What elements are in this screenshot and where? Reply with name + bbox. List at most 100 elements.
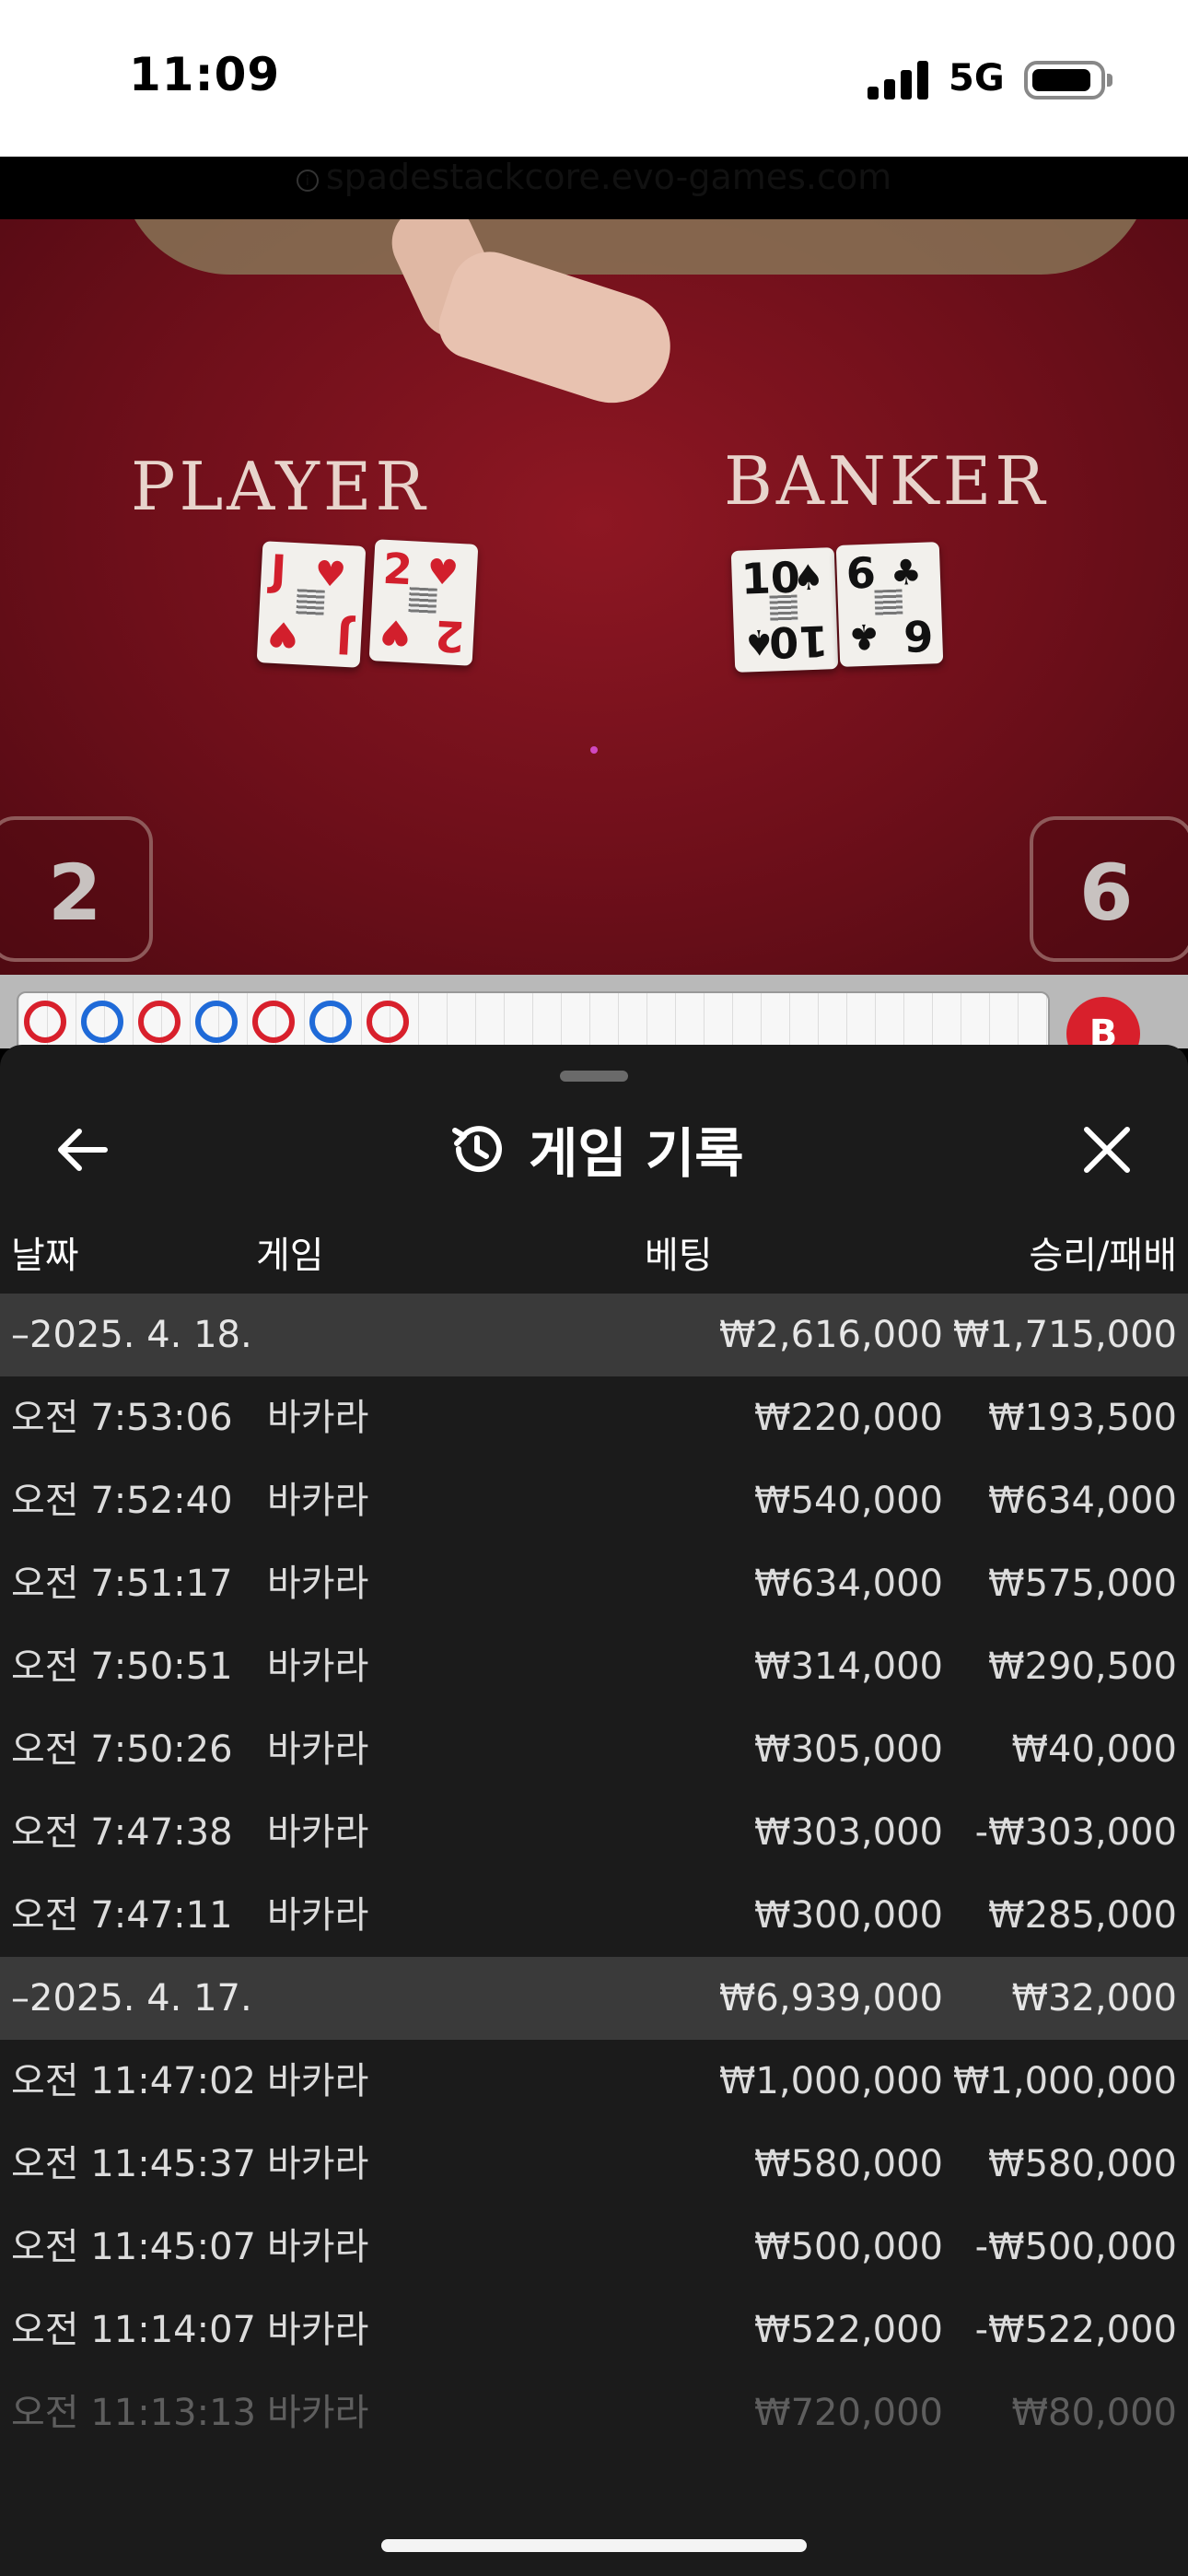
row-result: ₩80,000 xyxy=(1011,2392,1177,2434)
group-total-result: ₩32,000 xyxy=(1011,1977,1177,2020)
table-row[interactable]: 오전 11:47:02 바카라 ₩1,000,000 ₩1,000,000 xyxy=(0,2040,1188,2123)
row-time: 오전 11:47:02 xyxy=(11,2060,256,2102)
close-icon xyxy=(1084,1127,1130,1173)
date-group-row[interactable]: –2025. 4. 17. ₩6,939,000 ₩32,000 xyxy=(0,1957,1188,2040)
table-row[interactable]: 오전 11:45:37 바카라 ₩580,000 ₩580,000 xyxy=(0,2123,1188,2206)
row-game: 바카라 xyxy=(267,1728,369,1771)
row-bet: ₩305,000 xyxy=(754,1728,943,1771)
table-row[interactable]: 오전 7:50:26 바카라 ₩305,000 ₩40,000 xyxy=(0,1708,1188,1791)
live-video: PLAYER BANKER J ♥ ♥ J 2 ♥ ♥ 2 10 ♠ ♠ 10 6 ♣ ♣ 6 … xyxy=(0,219,1188,975)
row-time: 오전 7:53:06 xyxy=(11,1397,233,1439)
sheet-grabber[interactable] xyxy=(560,1071,628,1082)
road-bead-blue xyxy=(195,1001,238,1043)
row-result: ₩40,000 xyxy=(1011,1728,1177,1771)
road-bead-red xyxy=(367,1001,409,1043)
row-bet: ₩500,000 xyxy=(754,2226,943,2268)
network-type: 5G xyxy=(949,57,1005,100)
row-time: 오전 7:51:17 xyxy=(11,1563,233,1605)
table-row[interactable]: 오전 7:53:06 바카라 ₩220,000 ₩193,500 xyxy=(0,1376,1188,1459)
banker-label: BANKER xyxy=(724,442,1049,520)
table-row[interactable]: 오전 7:50:51 바카라 ₩314,000 ₩290,500 xyxy=(0,1625,1188,1708)
row-game: 바카라 xyxy=(267,1811,369,1854)
row-bet: ₩314,000 xyxy=(754,1645,943,1688)
row-time: 오전 11:45:37 xyxy=(11,2143,256,2185)
row-time: 오전 7:50:26 xyxy=(11,1728,233,1771)
banker-score: 6 xyxy=(1079,848,1134,938)
row-time: 오전 11:13:13 xyxy=(11,2392,256,2434)
home-indicator[interactable] xyxy=(381,2539,807,2552)
close-button[interactable] xyxy=(1072,1115,1142,1185)
row-result: -₩522,000 xyxy=(974,2309,1177,2351)
banker-card-1: 10 ♠ ♠ 10 xyxy=(730,547,839,673)
group-total-result: ₩1,715,000 xyxy=(952,1314,1177,1356)
table-row[interactable]: 오전 11:45:07 바카라 ₩500,000 -₩500,000 xyxy=(0,2206,1188,2289)
banker-score-box: 6 xyxy=(1030,816,1188,962)
url-text: spadestackcore.evo-games.com xyxy=(325,157,892,197)
group-total-bet: ₩6,939,000 xyxy=(718,1977,943,2020)
row-result: -₩303,000 xyxy=(974,1811,1177,1854)
row-result: -₩500,000 xyxy=(974,2226,1177,2268)
title-text: 게임 기록 xyxy=(529,1122,744,1185)
row-bet: ₩634,000 xyxy=(754,1563,943,1605)
table-row[interactable]: 오전 7:52:40 바카라 ₩540,000 ₩634,000 xyxy=(0,1459,1188,1542)
row-bet: ₩720,000 xyxy=(754,2392,943,2434)
road-bead-blue xyxy=(81,1001,123,1043)
row-time: 오전 7:52:40 xyxy=(11,1480,233,1522)
row-bet: ₩300,000 xyxy=(754,1894,943,1937)
row-result: ₩193,500 xyxy=(988,1397,1177,1439)
header-date: 날짜 xyxy=(11,1235,79,1277)
row-game: 바카라 xyxy=(267,2143,369,2185)
history-icon xyxy=(452,1126,502,1173)
group-total-bet: ₩2,616,000 xyxy=(718,1314,943,1356)
road-bead-blue xyxy=(309,1001,352,1043)
row-game: 바카라 xyxy=(267,2226,369,2268)
road-bead-red xyxy=(24,1001,66,1043)
row-bet: ₩303,000 xyxy=(754,1811,943,1854)
row-result: ₩580,000 xyxy=(988,2143,1177,2185)
banker-card-2: 6 ♣ ♣ 6 xyxy=(835,542,944,667)
table-row[interactable]: 오전 11:14:07 바카라 ₩522,000 -₩522,000 xyxy=(0,2289,1188,2371)
back-button[interactable] xyxy=(48,1115,118,1185)
header-game: 게임 xyxy=(256,1235,324,1277)
table-row[interactable]: 오전 7:51:17 바카라 ₩634,000 ₩575,000 xyxy=(0,1542,1188,1625)
row-time: 오전 7:47:11 xyxy=(11,1894,233,1937)
date-group-row[interactable]: –2025. 4. 18. ₩2,616,000 ₩1,715,000 xyxy=(0,1294,1188,1376)
row-result: ₩575,000 xyxy=(988,1563,1177,1605)
row-bet: ₩1,000,000 xyxy=(718,2060,943,2102)
info-icon[interactable]: i xyxy=(296,170,319,192)
signal-icon xyxy=(868,59,928,100)
row-time: 오전 11:45:07 xyxy=(11,2226,256,2268)
row-game: 바카라 xyxy=(267,1480,369,1522)
sheet-title: 게임 기록 xyxy=(448,1107,744,1190)
game-history-sheet: 게임 기록 날짜 게임 베팅 승리/패배 오전 9:02:32바카라₩310,0… xyxy=(0,1045,1188,2576)
player-label: PLAYER xyxy=(131,448,429,525)
road-bead-red xyxy=(138,1001,181,1043)
table-row[interactable]: 오전 11:13:13 바카라 ₩720,000 ₩80,000 xyxy=(0,2371,1188,2454)
history-list[interactable]: 오전 9:02:32바카라₩310,000₩284,750–2025. 4. 1… xyxy=(0,1294,1188,2576)
arrow-left-icon xyxy=(58,1129,108,1171)
row-bet: ₩540,000 xyxy=(754,1480,943,1522)
row-result: ₩634,000 xyxy=(988,1480,1177,1522)
row-game: 바카라 xyxy=(267,1397,369,1439)
row-result: ₩1,000,000 xyxy=(952,2060,1177,2102)
row-game: 바카라 xyxy=(267,2060,369,2102)
row-bet: ₩220,000 xyxy=(754,1397,943,1439)
table-row[interactable]: 오전 7:47:11 바카라 ₩300,000 ₩285,000 xyxy=(0,1874,1188,1957)
row-time: 오전 11:14:07 xyxy=(11,2309,256,2351)
header-result: 승리/패배 xyxy=(1029,1235,1177,1277)
card-tray xyxy=(120,219,1151,275)
row-time: 오전 7:50:51 xyxy=(11,1645,233,1688)
status-time: 11:09 xyxy=(129,48,281,101)
table-row[interactable]: 오전 7:47:38 바카라 ₩303,000 -₩303,000 xyxy=(0,1791,1188,1874)
player-card-2: 2 ♥ ♥ 2 xyxy=(368,539,479,666)
status-bar: 11:09 5G xyxy=(0,0,1188,157)
pink-dot xyxy=(590,746,598,754)
row-bet: ₩580,000 xyxy=(754,2143,943,2185)
row-game: 바카라 xyxy=(267,1894,369,1937)
row-game: 바카라 xyxy=(267,2309,369,2351)
roadmap-strip: B xyxy=(0,975,1188,1071)
url-bar[interactable]: i spadestackcore.evo-games.com xyxy=(0,157,1188,219)
row-result: ₩285,000 xyxy=(988,1894,1177,1937)
player-score: 2 xyxy=(48,848,102,938)
row-game: 바카라 xyxy=(267,1645,369,1688)
